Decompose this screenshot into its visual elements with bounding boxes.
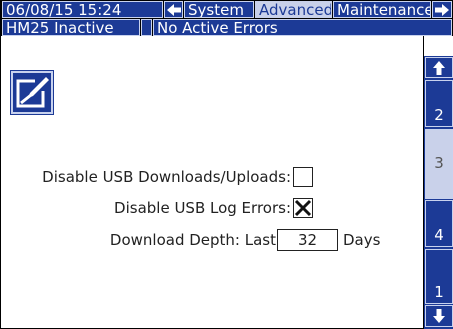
download-depth-label: Download Depth: Last [109, 231, 276, 249]
arrow-right-icon [435, 3, 449, 16]
error-status[interactable]: No Active Errors [153, 19, 452, 36]
disable-usb-checkbox[interactable] [293, 167, 313, 187]
page-3-button[interactable]: 3 [425, 129, 453, 199]
disable-log-errors-checkbox[interactable] [293, 198, 313, 218]
system-status: HM25 Inactive [2, 19, 140, 36]
download-depth-input[interactable]: 32 [277, 229, 338, 251]
disable-log-errors-label: Disable USB Log Errors: [114, 199, 291, 217]
page-down-button[interactable] [425, 305, 453, 327]
checkmark-x-icon [294, 199, 312, 217]
disable-usb-label: Disable USB Downloads/Uploads: [42, 168, 291, 186]
tab-advanced[interactable]: Advanced [255, 1, 332, 18]
edit-pencil-icon [16, 77, 49, 108]
tab-maintenance[interactable]: Maintenance [333, 1, 431, 18]
datetime-display[interactable]: 06/08/15 15:24 [2, 1, 163, 18]
edit-mode-button[interactable] [10, 70, 54, 115]
page-up-button[interactable] [425, 57, 453, 78]
page-2-button[interactable]: 2 [425, 80, 453, 127]
main-panel: Disable USB Downloads/Uploads: Disable U… [0, 36, 424, 329]
arrow-down-icon [433, 309, 445, 323]
arrow-up-icon [433, 60, 445, 75]
page-4-button[interactable]: 4 [425, 200, 453, 247]
page-1-button[interactable]: 1 [425, 249, 453, 304]
tab-system[interactable]: System [184, 1, 254, 18]
status-indicator [141, 19, 152, 36]
arrow-left-icon [166, 3, 181, 16]
previous-tab-button[interactable] [164, 1, 183, 18]
advanced-setup-screen: 06/08/15 15:24 System Advanced Maintenan… [0, 0, 453, 329]
next-tab-button[interactable] [432, 1, 452, 18]
download-depth-unit: Days [343, 231, 381, 249]
